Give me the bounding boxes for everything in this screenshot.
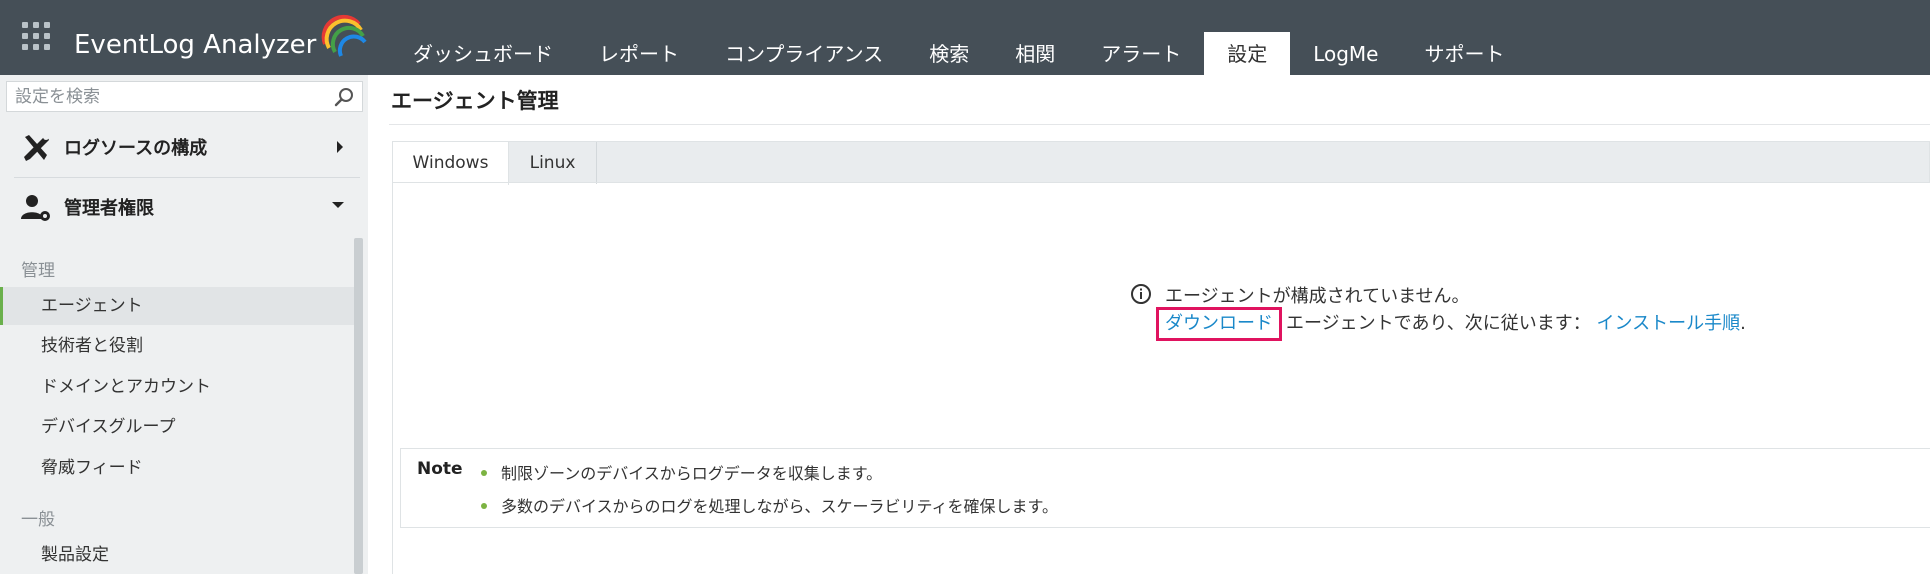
group-label-general: 一般: [21, 510, 55, 530]
logo-arc-icon: [321, 14, 367, 57]
nav-tab-search[interactable]: 検索: [906, 32, 992, 75]
search-icon[interactable]: [334, 87, 354, 107]
no-agents-message: エージェントが構成されていません。: [1165, 286, 1470, 307]
install-steps-link[interactable]: インストール手順: [1596, 313, 1740, 334]
page-title: エージェント管理: [391, 89, 559, 113]
sidebar-item-device-groups[interactable]: デバイスグループ: [0, 408, 356, 446]
nav-tab-settings[interactable]: 設定: [1204, 32, 1291, 75]
tools-icon: [24, 134, 49, 161]
main-nav: ダッシュボード レポート コンプライアンス 検索 相関 アラート 設定 LogM…: [390, 32, 1528, 75]
section-log-source-config[interactable]: ログソースの構成: [0, 117, 360, 175]
bullet-dot: [481, 469, 487, 476]
sidebar-scrollbar[interactable]: [354, 238, 363, 574]
download-instructions: ダウンロード エージェントであり、次に従います： インストール手順.: [1156, 307, 1746, 341]
note-label: Note: [417, 459, 463, 479]
os-tabs: Windows Linux: [392, 141, 1930, 185]
sidebar-item-domains-accounts[interactable]: ドメインとアカウント: [0, 368, 356, 406]
sidebar-item-product-settings[interactable]: 製品設定: [0, 536, 356, 574]
note-item-text: 制限ゾーンのデバイスからログデータを収集します。: [501, 464, 883, 483]
bullet-dot: [481, 502, 487, 509]
tab-windows[interactable]: Windows: [393, 142, 509, 185]
nav-tab-reports[interactable]: レポート: [576, 32, 702, 75]
nav-tab-alerts[interactable]: アラート: [1078, 32, 1204, 75]
nav-tab-dashboard[interactable]: ダッシュボード: [390, 32, 576, 75]
sidebar-item-threat-feeds[interactable]: 脅威フィード: [0, 449, 356, 487]
nav-tab-compliance[interactable]: コンプライアンス: [702, 32, 906, 75]
nav-tab-logme[interactable]: LogMe: [1290, 32, 1401, 75]
sidebar-item-technicians-roles[interactable]: 技術者と役割: [0, 327, 356, 365]
app-grid-icon[interactable]: [22, 22, 50, 50]
note-item-text: 多数のデバイスからのログを処理しながら、スケーラビリティを確保します。: [501, 497, 1058, 516]
user-gear-icon: [21, 195, 50, 221]
settings-search-box: [6, 81, 363, 112]
logo-text: EventLog Analyzer: [74, 30, 317, 60]
nav-tab-correlation[interactable]: 相関: [992, 32, 1078, 75]
chevron-right-icon: [337, 141, 343, 153]
section-label-log-source: ログソースの構成: [64, 138, 208, 159]
section-admin-privileges[interactable]: 管理者権限: [0, 177, 360, 235]
chevron-down-icon: [332, 202, 344, 208]
section-label-admin: 管理者権限: [64, 198, 154, 219]
top-bar: EventLog Analyzer ダッシュボード レポート コンプライアンス …: [0, 0, 1930, 75]
title-divider: [389, 124, 1930, 125]
sidebar-item-agents[interactable]: エージェント: [0, 287, 356, 325]
note-item: 多数のデバイスからのログを処理しながら、スケーラビリティを確保します。: [481, 493, 1058, 517]
group-label-management: 管理: [21, 261, 55, 281]
settings-search-input[interactable]: [7, 82, 333, 111]
info-icon: [1131, 284, 1151, 304]
note-item: 制限ゾーンのデバイスからログデータを収集します。: [481, 460, 882, 484]
download-link[interactable]: ダウンロード: [1156, 307, 1282, 341]
tab-linux[interactable]: Linux: [509, 142, 597, 184]
settings-sidebar: ログソースの構成 管理者権限 管理 エージェント 技術者と役割 ドメインとアカウ…: [0, 75, 368, 574]
note-box: Note 制限ゾーンのデバイスからログデータを収集します。 多数のデバイスからの…: [400, 448, 1930, 528]
download-middle-text: エージェントであり、次に従います：: [1286, 313, 1591, 334]
nav-tab-support[interactable]: サポート: [1402, 32, 1528, 75]
trailing-period: .: [1740, 313, 1746, 334]
